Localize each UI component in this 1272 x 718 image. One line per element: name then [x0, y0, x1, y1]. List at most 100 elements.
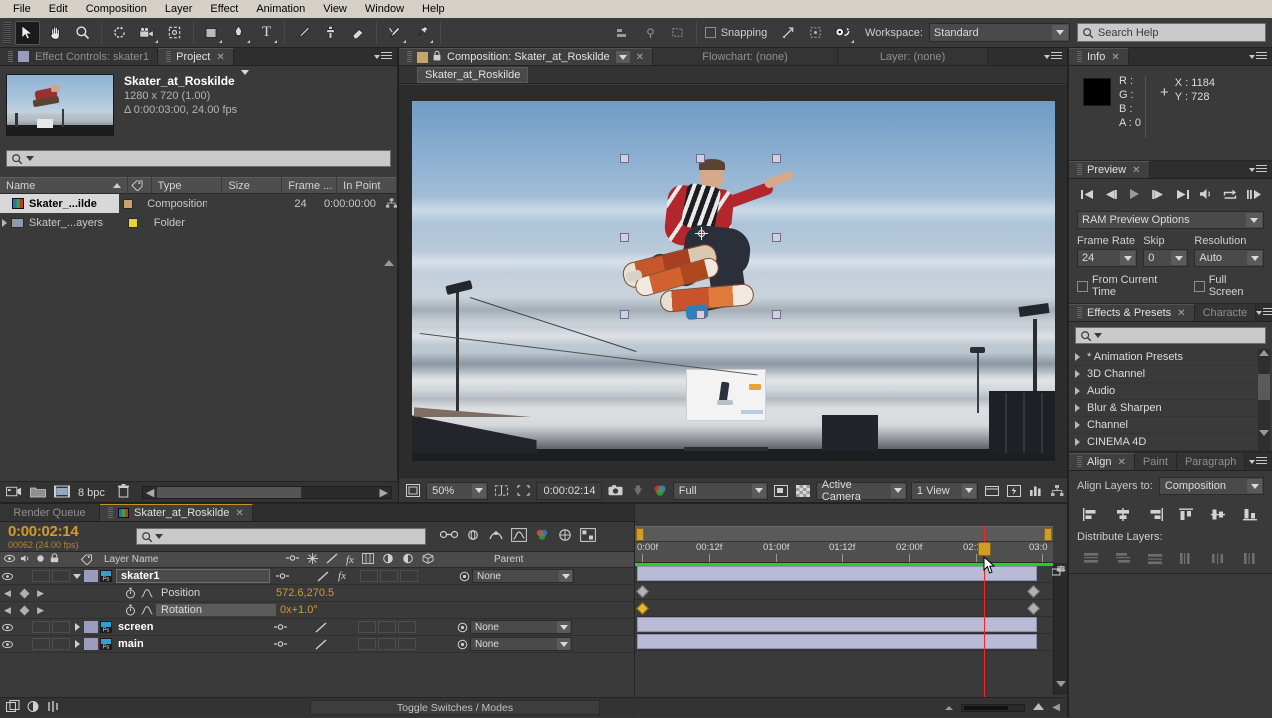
scroll-left-icon[interactable]: ◀ — [143, 486, 157, 499]
menu-item-layer[interactable]: Layer — [156, 1, 202, 17]
camera-view-chevron-down-icon[interactable] — [890, 483, 905, 498]
layer-video-toggle[interactable] — [0, 572, 14, 581]
selection-handle-tc[interactable] — [695, 154, 705, 163]
loop-toggle-button[interactable] — [1220, 185, 1240, 203]
scroll-right-icon[interactable]: ▶ — [377, 486, 391, 499]
tab-character[interactable]: Characte — [1194, 304, 1257, 321]
layer-expand-triangle[interactable] — [70, 640, 84, 648]
show-snapshot-icon[interactable] — [629, 482, 647, 500]
layer-bar-screen[interactable] — [637, 617, 1037, 632]
menu-item-animation[interactable]: Animation — [247, 1, 314, 17]
tab-align[interactable]: Align ✕ — [1069, 453, 1135, 470]
tab-layer[interactable]: Layer: (none) — [838, 48, 989, 65]
tab-grip[interactable] — [1077, 307, 1082, 319]
menu-item-view[interactable]: View — [314, 1, 356, 17]
timeline-search-chevron-down-icon[interactable] — [155, 534, 163, 539]
graph-editor-property-icon[interactable] — [138, 588, 156, 598]
scroll-up-icon[interactable] — [384, 260, 394, 266]
layer-label-color[interactable] — [84, 621, 98, 633]
effects-vertical-scrollbar[interactable] — [1258, 349, 1270, 451]
tab-grip[interactable] — [1077, 456, 1082, 468]
tab-effects-and-presets[interactable]: Effects & Presets ✕ — [1069, 304, 1195, 321]
puppet-pin-tool[interactable] — [410, 21, 436, 45]
first-frame-button[interactable] — [1077, 185, 1097, 203]
tab-preview[interactable]: Preview ✕ — [1069, 161, 1150, 178]
workspace-chevron-down-icon[interactable] — [1051, 25, 1068, 40]
layer-solo-toggle[interactable] — [52, 570, 70, 582]
camera-tool[interactable] — [134, 21, 160, 45]
align-left-button[interactable] — [1080, 505, 1102, 523]
solo-icon[interactable] — [36, 554, 45, 566]
tab-composition[interactable]: Composition: Skater_at_Roskilde ✕ — [399, 48, 654, 65]
comp-family-icon[interactable] — [6, 699, 20, 716]
bounding-box-icon[interactable] — [803, 21, 829, 45]
region-of-interest-icon[interactable] — [514, 482, 532, 500]
panel-menu-icon[interactable] — [1249, 164, 1267, 176]
scroll-thumb[interactable] — [1258, 374, 1270, 400]
layer-motion-blur-switch[interactable] — [378, 621, 396, 633]
column-header-size[interactable]: Size — [222, 177, 283, 194]
tab-grip[interactable] — [166, 51, 172, 63]
choose-grid-guides-icon[interactable] — [492, 482, 510, 500]
project-item-chevron-down-icon[interactable] — [240, 70, 249, 87]
layer-label-color[interactable] — [84, 570, 98, 582]
layer-frame-blend-switch[interactable] — [358, 621, 376, 633]
tab-info[interactable]: Info ✕ — [1069, 48, 1129, 65]
search-filter-chevron-down-icon[interactable] — [26, 156, 34, 161]
frame-rate-select[interactable]: 24 — [1077, 249, 1138, 267]
disclosure-triangle-icon[interactable] — [1075, 353, 1080, 361]
zoom-in-icon[interactable] — [1031, 701, 1046, 714]
align-vertical-center-button[interactable] — [1207, 505, 1229, 523]
ram-preview-button[interactable] — [1244, 185, 1264, 203]
distribute-vertical-center-button[interactable] — [1112, 549, 1134, 567]
parent-pickwhip-icon[interactable] — [454, 622, 470, 633]
delete-icon[interactable] — [117, 484, 130, 501]
disclosure-triangle-icon[interactable] — [1075, 370, 1080, 378]
layer-name-screen[interactable]: screen — [114, 621, 268, 633]
draft-3d-icon[interactable] — [465, 528, 481, 545]
panel-menu-icon[interactable] — [1044, 51, 1062, 63]
project-horizontal-scrollbar[interactable]: ◀ ▶ — [141, 486, 392, 499]
pen-tool-flyout-arrow[interactable] — [246, 37, 250, 43]
layer-shy-switch[interactable] — [268, 622, 292, 632]
timeline-search-input[interactable] — [136, 528, 426, 545]
layer-solo-toggle[interactable] — [52, 621, 70, 633]
keyframe-next-icon[interactable]: ▶ — [37, 605, 44, 616]
keyframe-next-icon[interactable]: ▶ — [37, 588, 44, 599]
layer-frame-blend-switch[interactable] — [358, 638, 376, 650]
project-settings-icon[interactable] — [54, 485, 70, 501]
grid-guides-icon[interactable] — [638, 21, 664, 45]
menu-item-edit[interactable]: Edit — [40, 1, 77, 17]
distribute-top-button[interactable] — [1080, 549, 1102, 567]
keyframe-rotation-end[interactable] — [1027, 602, 1040, 615]
layer-fx-switch[interactable]: fx — [332, 570, 352, 582]
track-row-rotation[interactable] — [635, 600, 1053, 617]
new-composition-icon[interactable] — [5, 485, 22, 501]
layer-frame-blend-switch[interactable] — [360, 570, 378, 582]
splitter-vertical-right[interactable] — [1067, 48, 1068, 717]
project-row-label-swatch[interactable] — [122, 198, 133, 209]
eraser-tool[interactable] — [346, 21, 372, 45]
lock-icon[interactable] — [433, 50, 441, 64]
disclosure-triangle-icon[interactable] — [1075, 421, 1080, 429]
layer-parent-select-skater1[interactable]: None — [472, 569, 574, 583]
comp-renderer-icon[interactable] — [534, 528, 550, 545]
close-icon[interactable]: ✕ — [235, 508, 243, 519]
track-row-main[interactable] — [635, 634, 1053, 651]
zoom-slider[interactable] — [961, 703, 1026, 712]
layer-quality-switch[interactable] — [312, 638, 330, 650]
search-help-input[interactable]: Search Help — [1076, 23, 1267, 42]
layer-motion-blur-switch[interactable] — [380, 570, 398, 582]
current-time-indicator[interactable] — [978, 542, 991, 556]
layer-audio-toggle[interactable] — [32, 638, 50, 650]
layer-3d-switch[interactable] — [400, 570, 418, 582]
distribute-right-button[interactable] — [1239, 549, 1261, 567]
close-icon[interactable]: ✕ — [216, 52, 224, 63]
three-d-layer-icon[interactable] — [422, 552, 434, 567]
keyframe-toggle-icon[interactable] — [19, 588, 29, 598]
clone-stamp-tool[interactable] — [318, 21, 344, 45]
splitter-horizontal[interactable] — [0, 502, 1067, 503]
resolution-chevron-down-icon[interactable] — [751, 483, 766, 498]
distribute-bottom-button[interactable] — [1144, 549, 1166, 567]
show-channel-icon[interactable] — [651, 482, 669, 500]
